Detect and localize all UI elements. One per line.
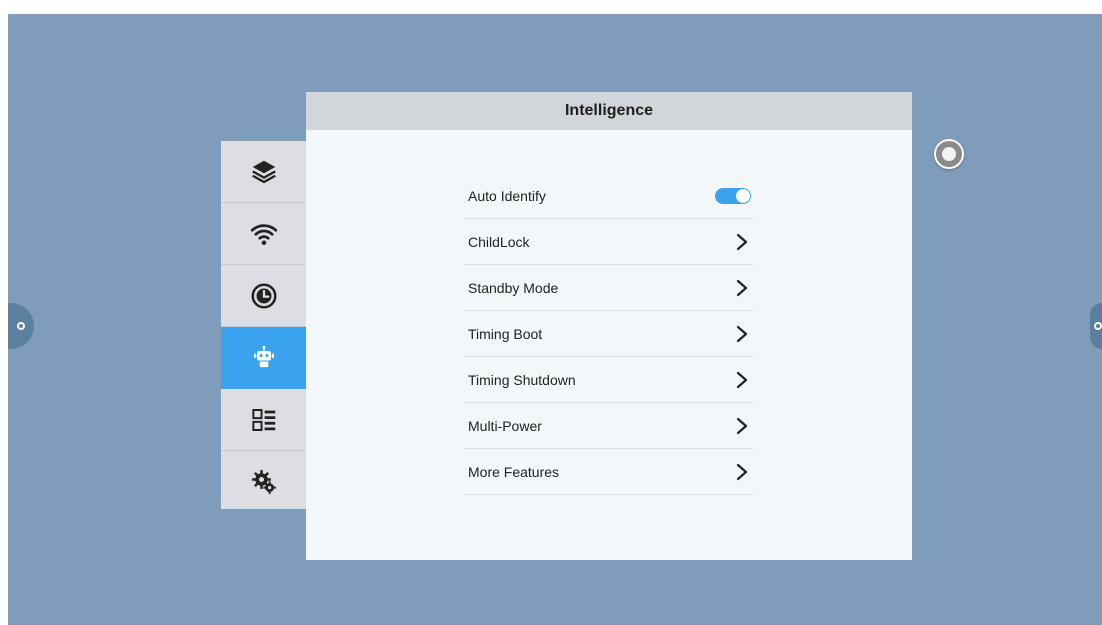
setting-label: Multi-Power [468,417,542,434]
chevron-right-icon [736,417,748,434]
settings-sidebar [221,141,306,509]
list-icon [251,408,275,431]
chevron-right-icon [736,463,748,480]
intelligence-panel: Intelligence Auto Identify ChildLock Sta… [306,92,912,560]
sidebar-item-time[interactable] [221,265,306,327]
chevron-right-icon [736,279,748,296]
setting-label: More Features [468,463,560,480]
setting-row-auto-identify[interactable]: Auto Identify [464,173,753,219]
setting-row-timing-boot[interactable]: Timing Boot [464,311,753,357]
settings-list: Auto Identify ChildLock Standby Mode Tim… [464,173,753,495]
sidebar-item-system[interactable] [221,451,306,512]
sidebar-item-network[interactable] [221,203,306,265]
robot-icon [253,345,274,367]
right-edge-handle[interactable] [1090,303,1102,349]
chevron-right-icon [736,325,748,342]
sidebar-item-intelligence[interactable] [221,327,306,389]
panel-title: Intelligence [306,92,912,130]
layers-icon [251,160,276,183]
sidebar-item-layers[interactable] [221,141,306,203]
clock-icon [251,283,276,308]
setting-row-standby-mode[interactable]: Standby Mode [464,265,753,311]
setting-row-timing-shutdown[interactable]: Timing Shutdown [464,357,753,403]
chevron-right-icon [736,233,748,250]
setting-label: Standby Mode [468,279,559,296]
toggle-knob [736,188,750,203]
auto-identify-toggle[interactable] [715,187,751,204]
chevron-right-icon [736,371,748,388]
setting-row-childlock[interactable]: ChildLock [464,219,753,265]
circle-icon [942,147,956,161]
handle-dot-icon [1094,322,1102,330]
wifi-icon [250,223,277,245]
sidebar-item-display[interactable] [221,389,306,451]
setting-label: ChildLock [468,233,530,250]
setting-label: Auto Identify [468,187,546,204]
handle-dot-icon [17,322,25,330]
setting-label: Timing Boot [468,325,543,342]
floating-assistive-button[interactable] [934,139,964,169]
gears-icon [251,469,276,494]
setting-row-multi-power[interactable]: Multi-Power [464,403,753,449]
setting-row-more-features[interactable]: More Features [464,449,753,495]
setting-label: Timing Shutdown [468,371,576,388]
